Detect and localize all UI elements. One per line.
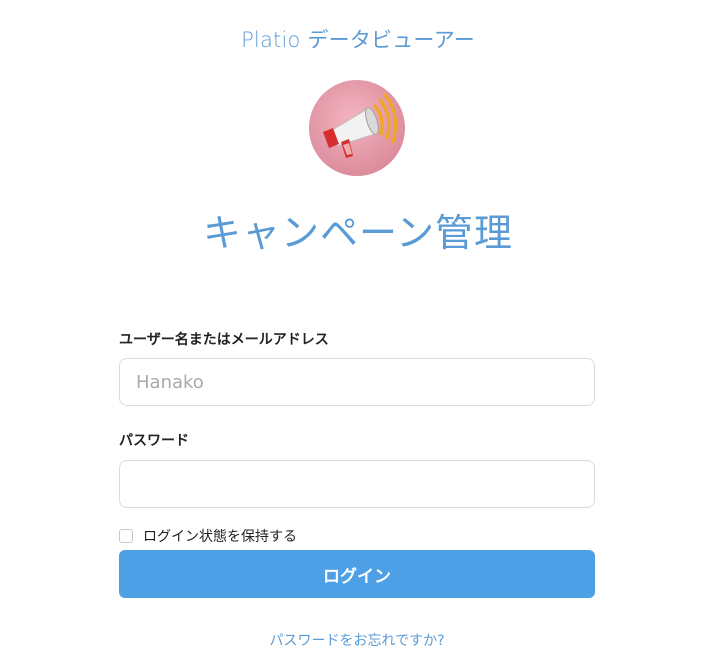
login-button[interactable]: ログイン	[119, 550, 595, 598]
username-label: ユーザー名またはメールアドレス	[119, 332, 329, 348]
remember-me[interactable]: ログイン状態を保持する	[119, 526, 297, 546]
page-title: キャンペーン管理	[202, 211, 514, 255]
megaphone-icon	[309, 80, 405, 176]
login-page: Platio データビューアー キャンペーン管理 ユーザー名またはメールアドレス…	[0, 0, 716, 664]
username-input[interactable]	[119, 358, 595, 406]
app-title: Platio データビューアー	[241, 28, 475, 52]
remember-label[interactable]: ログイン状態を保持する	[143, 526, 297, 546]
forgot-password-link[interactable]: パスワードをお忘れですか?	[119, 630, 595, 650]
password-label: パスワード	[119, 433, 189, 449]
remember-checkbox[interactable]	[119, 529, 133, 543]
password-input[interactable]	[119, 460, 595, 508]
